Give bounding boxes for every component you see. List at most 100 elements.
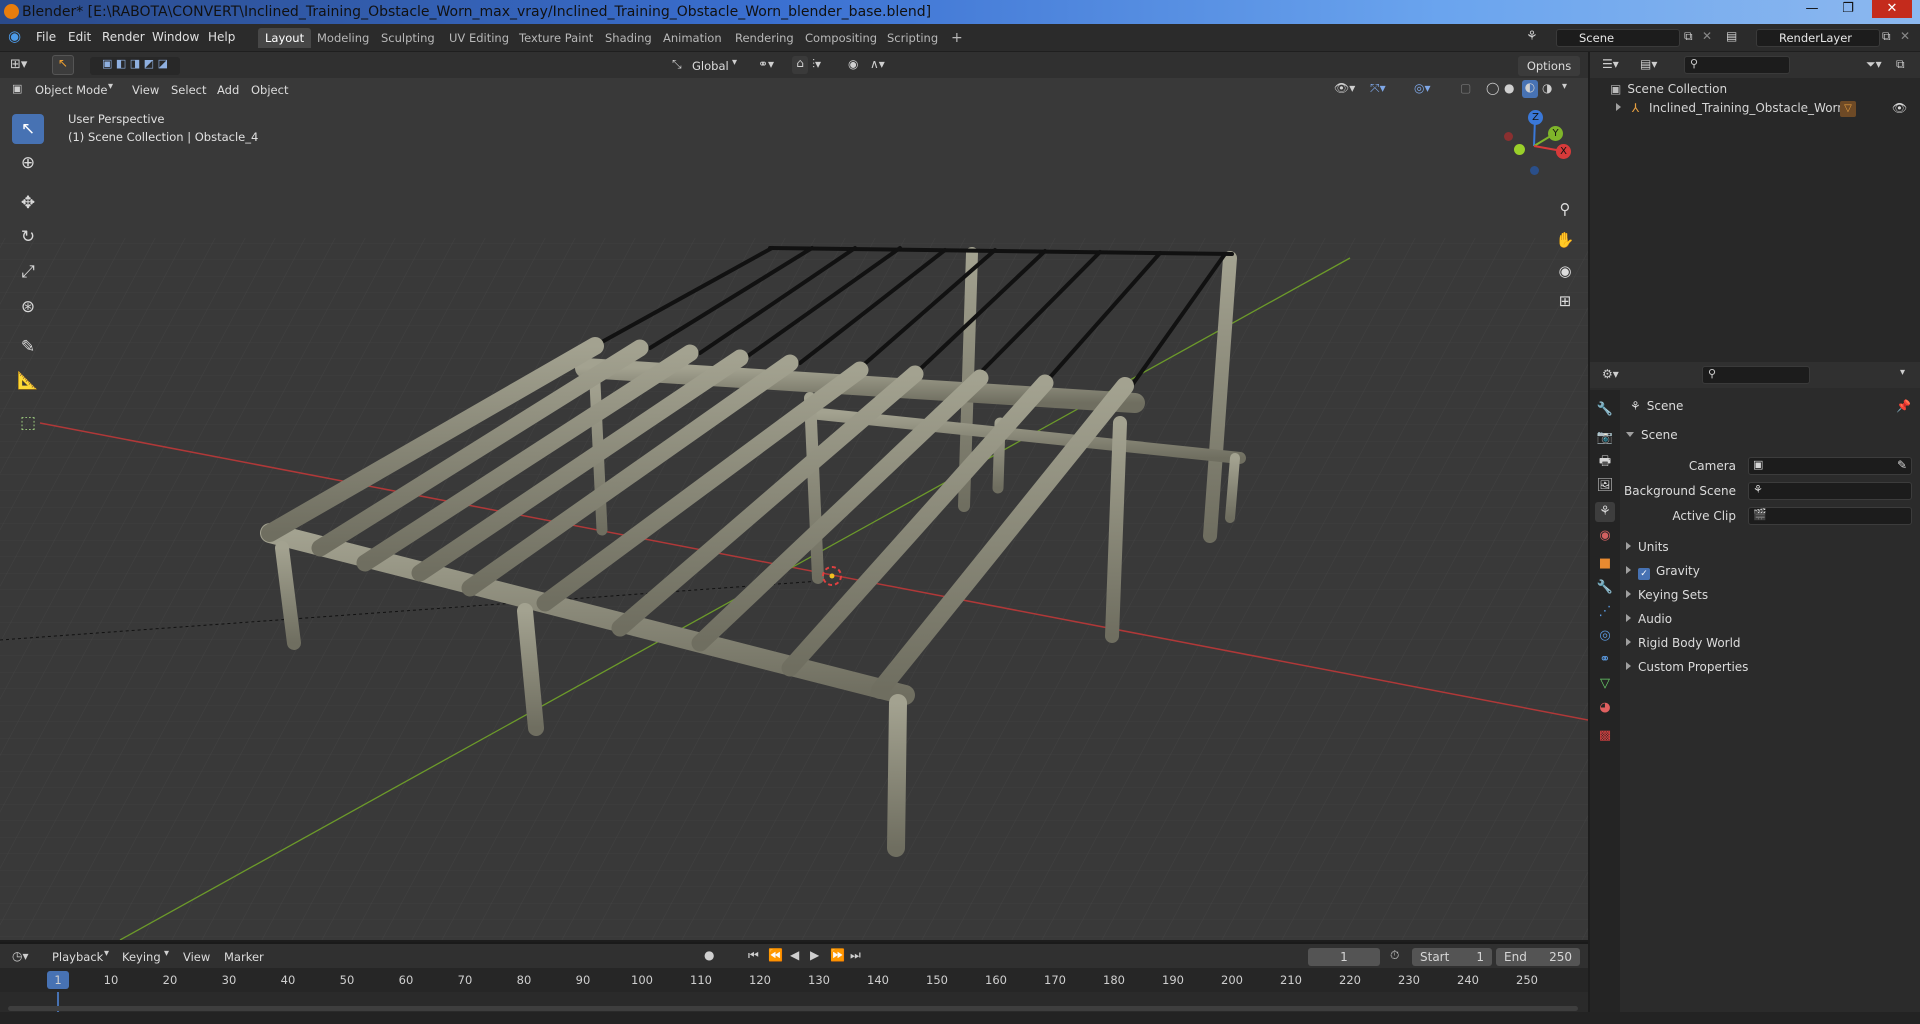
object-tab-icon[interactable]: ■ — [1595, 554, 1615, 574]
chevron-down-icon[interactable]: ▾ — [1900, 367, 1905, 378]
overlay-toggle-icon[interactable]: ◎▾ — [1414, 81, 1431, 95]
next-keyframe-icon[interactable]: ⏩ — [830, 948, 845, 962]
close-button[interactable]: ✕ — [1872, 0, 1912, 18]
render-tab-icon[interactable]: 📷 — [1595, 428, 1615, 448]
add-workspace-icon[interactable]: + — [944, 28, 970, 48]
snap-target-icon[interactable]: ⫶▾ — [812, 57, 821, 72]
background-scene-field[interactable]: ⚘ — [1748, 482, 1912, 500]
falloff-icon[interactable]: ∧▾ — [870, 57, 885, 71]
gravity-checkbox[interactable]: ✓ — [1638, 568, 1650, 580]
solid-shading-icon[interactable]: ● — [1504, 81, 1514, 95]
outliner-item[interactable]: ⅄ Inclined_Training_Obstacle_Worn ▽ 👁 — [1616, 101, 1916, 119]
annotate-icon[interactable]: ✎ — [12, 332, 44, 362]
world-tab-icon[interactable]: ◉ — [1595, 526, 1615, 546]
object-data-icon[interactable]: ▽ — [1840, 101, 1856, 117]
material-tab-icon[interactable]: ◕ — [1595, 698, 1615, 718]
particles-tab-icon[interactable]: ⋰ — [1595, 602, 1615, 622]
scene-icon[interactable]: ⚘ — [1526, 29, 1538, 44]
data-tab-icon[interactable]: ▽ — [1595, 674, 1615, 694]
minimize-button[interactable]: — — [1798, 0, 1826, 18]
texture-tab-icon[interactable]: ▩ — [1595, 726, 1615, 746]
gizmo-neg-y[interactable] — [1514, 144, 1525, 155]
display-mode-icon[interactable]: ▤▾ — [1640, 57, 1657, 71]
material-shading-icon[interactable]: ◐ — [1522, 80, 1538, 98]
gizmo-toggle-icon[interactable]: ⤧▾ — [1370, 81, 1386, 96]
add-cube-icon[interactable]: ⬚ — [12, 408, 44, 438]
remove-view-layer-icon[interactable]: ✕ — [1900, 29, 1910, 43]
playback-menu[interactable]: Playback — [52, 948, 103, 966]
proportional-edit-icon[interactable]: ◉ — [848, 57, 858, 71]
transform-orientation-dropdown[interactable]: Global — [692, 57, 729, 75]
tab-rendering[interactable]: Rendering — [728, 28, 801, 48]
start-frame-field[interactable]: Start 1 — [1412, 948, 1492, 966]
scene-selector[interactable]: Scene — [1556, 29, 1680, 47]
gizmo-y-axis[interactable]: Y — [1548, 126, 1563, 141]
end-frame-field[interactable]: End 250 — [1496, 948, 1580, 966]
tab-scripting[interactable]: Scripting — [880, 28, 945, 48]
audio-section[interactable]: Audio — [1626, 612, 1672, 626]
properties-search-input[interactable] — [1702, 366, 1810, 384]
zoom-icon[interactable]: ⚲ — [1552, 196, 1578, 222]
pan-hand-icon[interactable]: ✋ — [1552, 227, 1578, 253]
ortho-grid-icon[interactable]: ⊞ — [1552, 288, 1578, 314]
menu-select[interactable]: Select — [171, 81, 206, 99]
tab-sculpting[interactable]: Sculpting — [374, 28, 442, 48]
menu-view[interactable]: View — [132, 81, 159, 99]
units-section[interactable]: Units — [1626, 540, 1669, 554]
view-layer-icon[interactable]: ▤ — [1726, 29, 1737, 43]
pivot-point-icon[interactable]: ⚭▾ — [758, 57, 774, 71]
rendered-shading-icon[interactable]: ◑ — [1542, 81, 1552, 95]
scene-tab-icon[interactable]: ⚘ — [1595, 502, 1615, 522]
constraints-tab-icon[interactable]: ⚭ — [1595, 650, 1615, 670]
maximize-button[interactable]: ❐ — [1834, 0, 1862, 18]
rotate-icon[interactable]: ↻ — [12, 222, 44, 252]
gizmo-neg-z[interactable] — [1530, 166, 1539, 175]
play-reverse-icon[interactable]: ◀ — [790, 948, 799, 962]
select-tool-icon[interactable]: ↖ — [52, 55, 74, 75]
editor-type-icon[interactable]: ⊞▾ — [10, 57, 27, 72]
keying-menu[interactable]: Keying — [122, 948, 161, 966]
menu-help[interactable]: Help — [208, 30, 235, 44]
tab-layout[interactable]: Layout — [258, 28, 312, 48]
expand-arrow-icon[interactable] — [1616, 103, 1621, 111]
eye-icon[interactable]: 👁 — [1892, 101, 1907, 115]
measure-icon[interactable]: 📐 — [12, 366, 44, 396]
tab-shading[interactable]: Shading — [598, 28, 659, 48]
stopwatch-icon[interactable]: ⏱ — [1390, 948, 1399, 963]
tab-uv-editing[interactable]: UV Editing — [442, 28, 516, 48]
gizmo-neg-x[interactable] — [1504, 132, 1513, 141]
options-dropdown[interactable]: Options — [1518, 56, 1580, 76]
camera-field[interactable]: ▣ ✎ — [1748, 457, 1912, 475]
snap-icon[interactable]: ⌂ — [792, 56, 808, 74]
select-box-icon[interactable]: ↖ — [12, 114, 44, 144]
selection-mode-icons[interactable]: ▣ ◧ ◨ ◩ ◪ — [90, 57, 180, 75]
modifier-tab-icon[interactable]: 🔧 — [1595, 578, 1615, 598]
3d-viewport[interactable]: User Perspective (1) Scene Collection | … — [0, 78, 1588, 940]
object-mode-icon[interactable]: ▣ — [12, 82, 22, 95]
timeline-ruler[interactable]: 1 10 20 30 40 50 60 70 80 90 100 110 120… — [0, 968, 1588, 992]
marker-menu[interactable]: Marker — [224, 948, 264, 966]
timeline-editor-icon[interactable]: ◷▾ — [12, 949, 29, 963]
cursor-icon[interactable]: ⊕ — [12, 148, 44, 178]
timeline-body[interactable] — [0, 992, 1588, 1012]
timeline-view-menu[interactable]: View — [183, 948, 210, 966]
properties-editor-icon[interactable]: ⚙▾ — [1602, 367, 1619, 381]
menu-window[interactable]: Window — [152, 30, 199, 44]
prev-keyframe-icon[interactable]: ⏪ — [768, 948, 783, 962]
new-scene-icon[interactable]: ⧉ — [1684, 29, 1693, 44]
filter-icon[interactable]: ⏷▾ — [1866, 57, 1882, 72]
tab-compositing[interactable]: Compositing — [798, 28, 884, 48]
view-layer-tab-icon[interactable]: 🖼 — [1595, 476, 1615, 496]
gravity-section[interactable]: ✓ Gravity — [1626, 564, 1700, 580]
wireframe-shading-icon[interactable]: ◯ — [1486, 81, 1499, 95]
mode-dropdown[interactable]: Object Mode — [35, 81, 107, 99]
menu-render[interactable]: Render — [102, 30, 145, 44]
outliner-root[interactable]: ▣ Scene Collection — [1610, 82, 1727, 96]
gizmo-x-axis[interactable]: X — [1556, 144, 1571, 159]
remove-scene-icon[interactable]: ✕ — [1702, 29, 1712, 43]
physics-tab-icon[interactable]: ◎ — [1595, 626, 1615, 646]
keying-sets-section[interactable]: Keying Sets — [1626, 588, 1708, 602]
eyedropper-icon[interactable]: ✎ — [1897, 458, 1907, 472]
output-tab-icon[interactable]: 🖶 — [1595, 452, 1615, 472]
navigation-gizmo[interactable]: Z Y X — [1494, 106, 1574, 176]
